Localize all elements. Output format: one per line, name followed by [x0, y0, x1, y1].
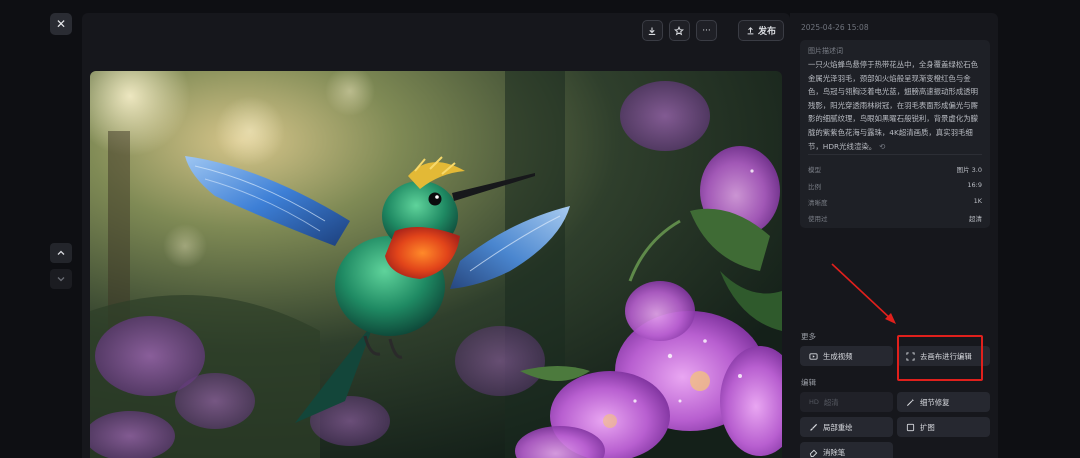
star-icon	[674, 25, 685, 35]
hd-badge: HD	[809, 398, 819, 406]
image-viewer: ··· 发布	[82, 13, 790, 458]
local-redraw-label: 局部重绘	[823, 422, 853, 432]
meta-row-model: 模型 图片 3.0	[808, 164, 982, 174]
expand-image-label: 扩图	[920, 422, 935, 432]
meta-value: 16:9	[967, 181, 982, 189]
prompt-body: 一只火焰蜂鸟悬停于热带花丛中，全身覆盖绿松石色金属光泽羽毛，颈部如火焰般呈现渐变…	[808, 60, 978, 151]
download-icon	[649, 27, 656, 35]
edit-section-label: 编辑	[801, 378, 816, 387]
generated-image[interactable]	[90, 71, 782, 458]
publish-button[interactable]: 发布	[737, 20, 784, 41]
copy-prompt-icon[interactable]: ⟲	[879, 142, 885, 151]
favorite-button[interactable]	[668, 20, 690, 41]
prompt-card: 图片描述词 一只火焰蜂鸟悬停于热带花丛中，全身覆盖绿松石色金属光泽羽毛，颈部如火…	[800, 40, 990, 228]
local-redraw-button[interactable]: 局部重绘	[800, 417, 893, 437]
video-icon	[809, 352, 818, 360]
publish-label: 发布	[757, 27, 776, 37]
generate-video-button[interactable]: 生成视频	[800, 346, 893, 366]
eraser-icon	[809, 449, 818, 457]
brush-icon	[810, 423, 818, 431]
more-section-label: 更多	[801, 332, 816, 341]
detail-fix-button[interactable]: 细节修复	[897, 392, 990, 412]
meta-key: 比例	[808, 183, 821, 191]
download-button[interactable]	[641, 20, 663, 41]
more-options-button[interactable]: ···	[695, 20, 717, 41]
upscale-hd-button[interactable]: HD 超清	[800, 392, 893, 412]
next-image-button[interactable]	[50, 269, 72, 289]
meta-value: 图片 3.0	[956, 166, 982, 174]
hummingbird-photo	[90, 71, 782, 458]
chevron-down-icon	[57, 277, 65, 282]
upscale-hd-label: 超清	[823, 397, 839, 407]
meta-key: 模型	[808, 166, 821, 174]
eraser-label: 消除笔	[823, 447, 846, 457]
chevron-up-icon	[57, 250, 65, 255]
meta-divider	[808, 154, 982, 155]
expand-image-button[interactable]: 扩图	[897, 417, 990, 437]
upload-icon	[747, 27, 754, 35]
close-button[interactable]: ✕	[50, 13, 72, 35]
prompt-title: 图片描述词	[808, 47, 843, 55]
previous-image-button[interactable]	[50, 243, 72, 263]
magic-wand-icon	[906, 398, 915, 406]
meta-row-resolution: 清晰度 1K	[808, 197, 982, 207]
annotation-arrow	[831, 263, 896, 324]
meta-value: 超清	[969, 215, 982, 223]
details-panel: 2025-04-26 15:08 图片描述词 一只火焰蜂鸟悬停于热带花丛中，全身…	[790, 13, 998, 458]
meta-row-used: 使用过 超清	[808, 213, 982, 223]
prompt-text[interactable]: 一只火焰蜂鸟悬停于热带花丛中，全身覆盖绿松石色金属光泽羽毛，颈部如火焰般呈现渐变…	[808, 58, 984, 153]
expand-icon	[906, 423, 915, 431]
annotation-highlight-box	[897, 335, 983, 381]
meta-key: 使用过	[808, 215, 828, 223]
eraser-button[interactable]: 消除笔	[800, 442, 893, 458]
detail-fix-label: 细节修复	[920, 397, 950, 407]
meta-value: 1K	[973, 197, 982, 205]
image-toolbar: ··· 发布	[641, 20, 784, 41]
meta-key: 清晰度	[808, 199, 828, 207]
creation-timestamp: 2025-04-26 15:08	[801, 23, 869, 32]
meta-row-ratio: 比例 16:9	[808, 181, 982, 191]
generate-video-label: 生成视频	[823, 351, 853, 361]
